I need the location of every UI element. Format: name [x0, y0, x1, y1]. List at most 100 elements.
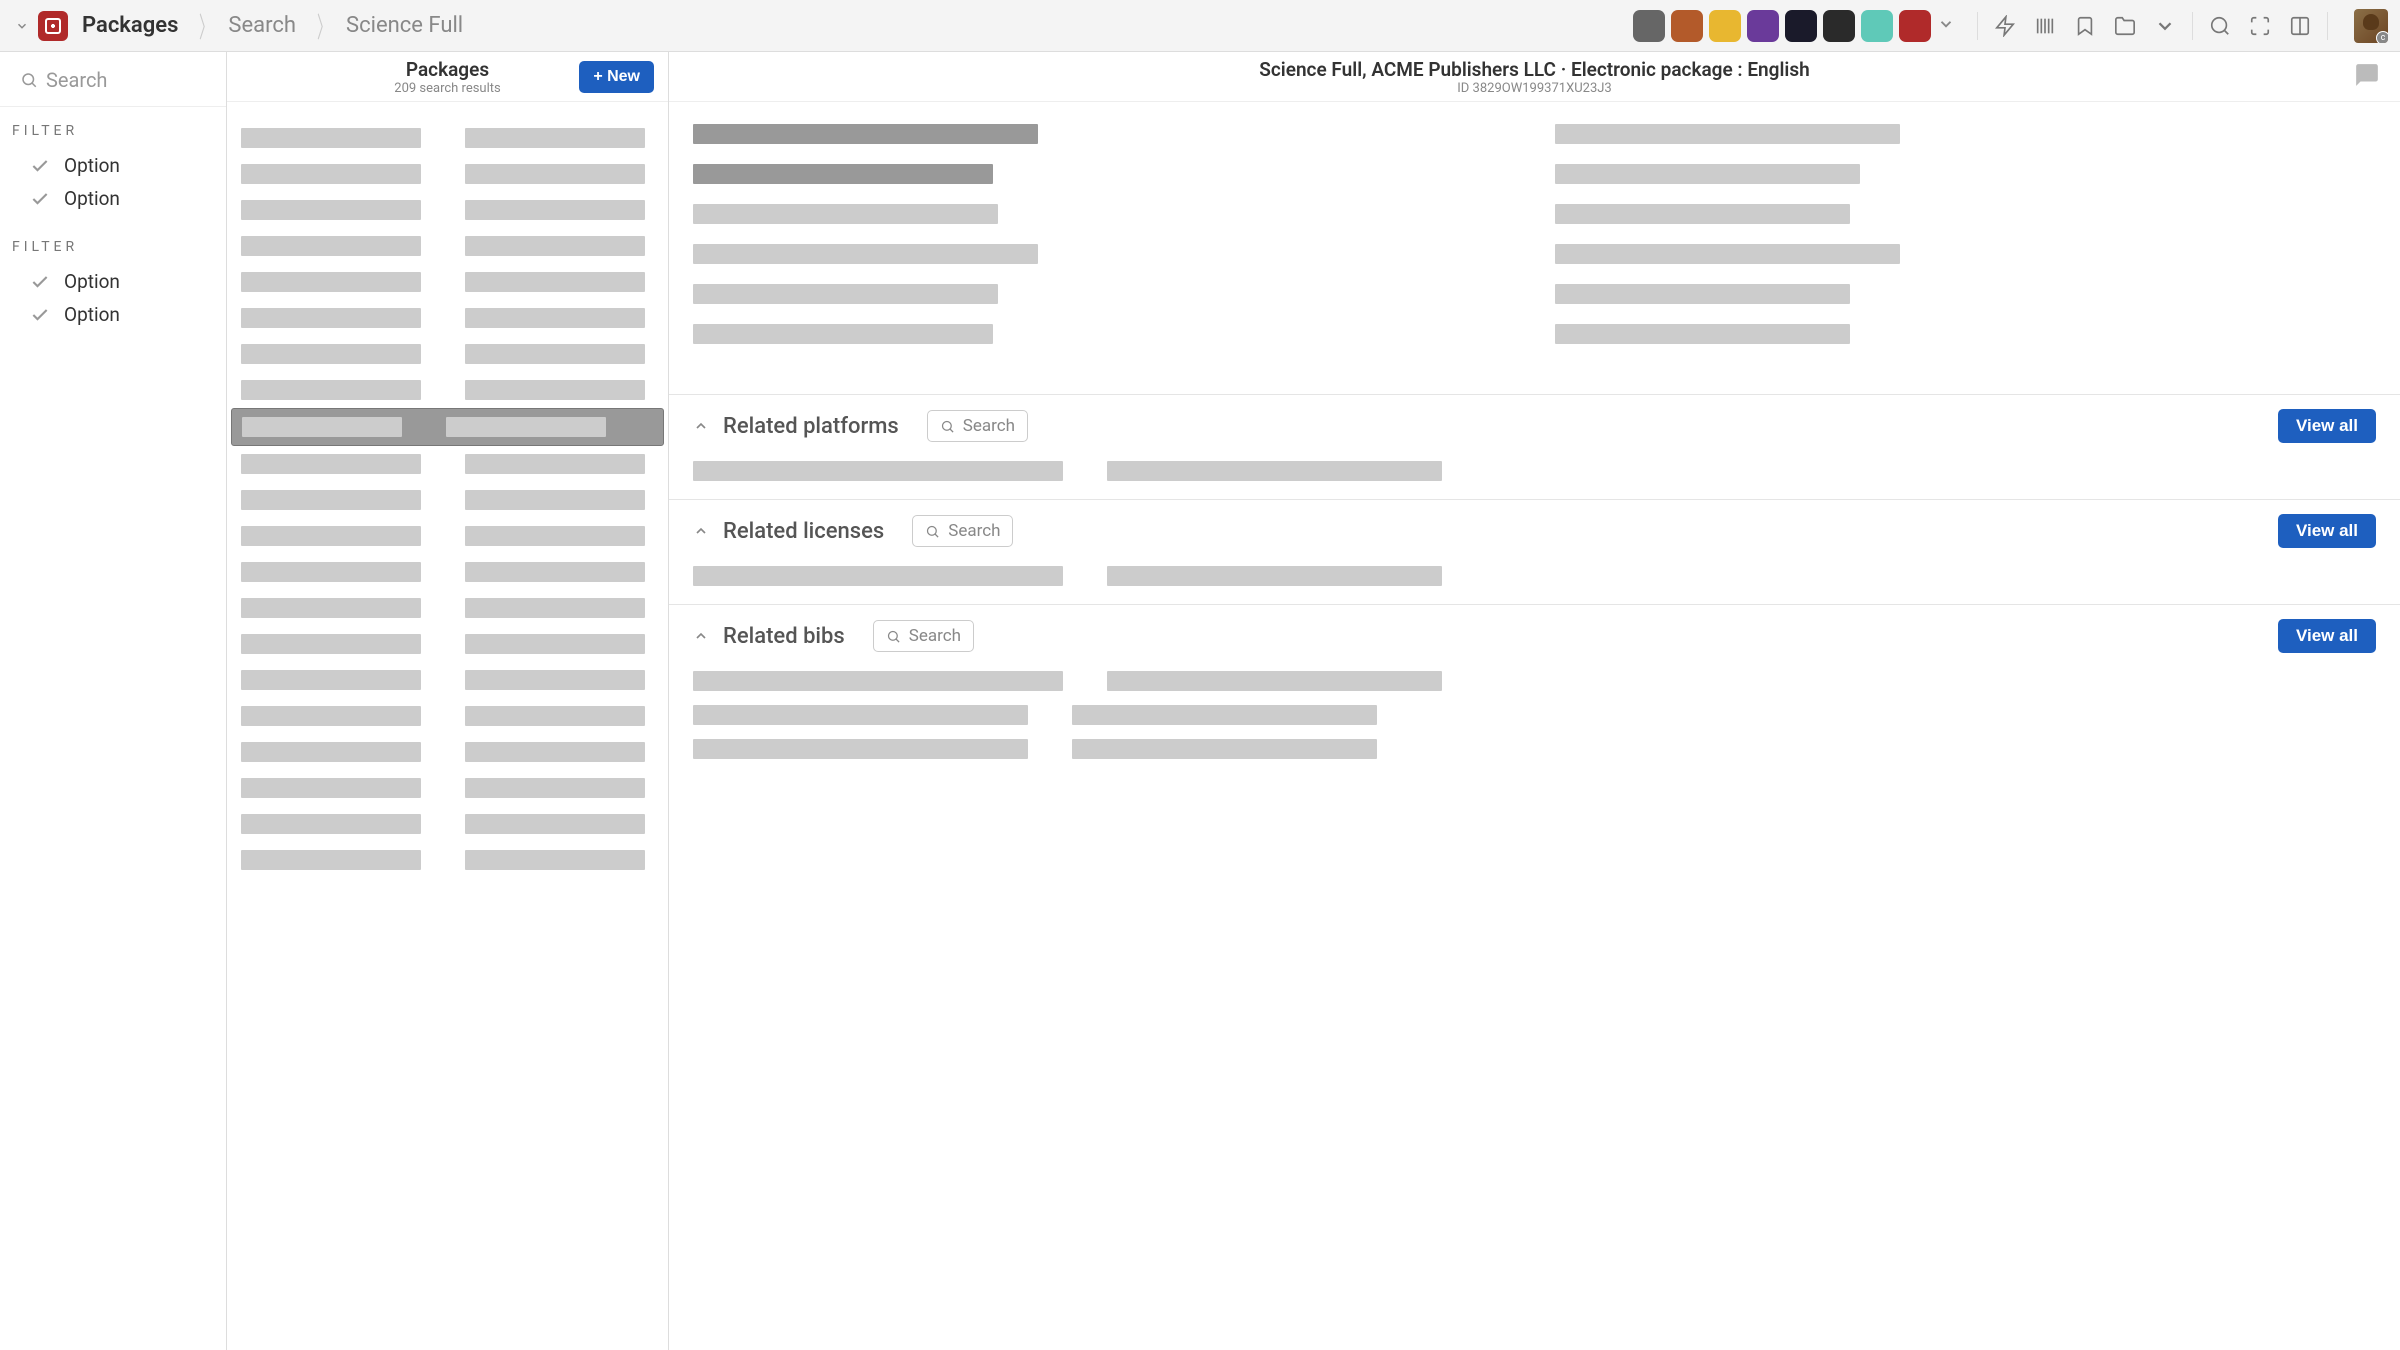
cell-placeholder [1072, 739, 1377, 759]
app-tile-8[interactable] [1899, 10, 1931, 42]
cell-placeholder [465, 454, 645, 474]
bookmark-icon[interactable] [2074, 15, 2096, 37]
divider [1977, 12, 1978, 40]
sidebar-search-input[interactable]: Search [0, 52, 226, 107]
folder-icon[interactable] [2114, 15, 2136, 37]
section-row[interactable] [693, 671, 2376, 691]
chevron-down-icon[interactable] [2154, 15, 2176, 37]
app-tile-2[interactable] [1671, 10, 1703, 42]
result-row[interactable] [239, 770, 656, 806]
result-row[interactable] [239, 446, 656, 482]
layout-icon[interactable] [2289, 15, 2311, 37]
result-row[interactable] [239, 482, 656, 518]
result-row[interactable] [239, 698, 656, 734]
result-row[interactable] [239, 156, 656, 192]
cell-placeholder [241, 742, 421, 762]
result-row[interactable] [239, 228, 656, 264]
filter-option[interactable]: Option [10, 149, 216, 182]
collapse-icon[interactable] [693, 628, 709, 644]
cell-placeholder [241, 454, 421, 474]
breadcrumb-item-current[interactable]: Science Full [338, 7, 477, 44]
top-action-icons [1994, 15, 2176, 37]
cell-placeholder [693, 671, 1063, 691]
filter-option[interactable]: Option [10, 298, 216, 331]
app-tile-1[interactable] [1633, 10, 1665, 42]
chat-icon[interactable] [2354, 62, 2380, 92]
barcode-icon[interactable] [2034, 15, 2056, 37]
collapse-icon[interactable] [693, 523, 709, 539]
section-rows [693, 461, 2376, 481]
cell-placeholder [241, 634, 421, 654]
new-button[interactable]: + New [579, 61, 654, 93]
cell-placeholder [241, 778, 421, 798]
result-row[interactable] [239, 192, 656, 228]
result-row[interactable] [239, 120, 656, 156]
result-row[interactable] [239, 590, 656, 626]
filter-option[interactable]: Option [10, 265, 216, 298]
result-row[interactable] [231, 408, 664, 446]
result-row[interactable] [239, 300, 656, 336]
result-row[interactable] [239, 662, 656, 698]
section-rows [693, 566, 2376, 586]
result-row[interactable] [239, 842, 656, 878]
breadcrumb-separator: 〉 [199, 6, 213, 46]
collapse-icon[interactable] [693, 418, 709, 434]
app-tile-7[interactable] [1861, 10, 1893, 42]
app-tile-4[interactable] [1747, 10, 1779, 42]
check-icon [30, 272, 50, 292]
section-title: Related licenses [723, 519, 884, 544]
view-all-button[interactable]: View all [2278, 409, 2376, 443]
section-row[interactable] [693, 705, 2376, 725]
section-row[interactable] [693, 461, 2376, 481]
filter-option[interactable]: Option [10, 182, 216, 215]
section-header: Related licenses Search View all [693, 514, 2376, 548]
cell-placeholder [465, 598, 645, 618]
cell-placeholder [1107, 461, 1442, 481]
section-header: Related bibsSearchView all [693, 619, 2376, 653]
detail-pane: Science Full, ACME Publishers LLC · Elec… [669, 52, 2400, 1350]
section-row[interactable] [693, 739, 2376, 759]
app-tiles-more-icon[interactable] [1937, 15, 1961, 37]
section-search-input[interactable]: Search [873, 620, 974, 652]
section-search-input[interactable]: Search [927, 410, 1028, 442]
view-all-button[interactable]: View all [2278, 619, 2376, 653]
results-list[interactable] [227, 102, 668, 1350]
result-row[interactable] [239, 626, 656, 662]
app-tile-3[interactable] [1709, 10, 1741, 42]
app-tile-5[interactable] [1785, 10, 1817, 42]
cell-placeholder [241, 562, 421, 582]
view-all-button[interactable]: View all [2278, 514, 2376, 548]
filter-group-label: FILTER [10, 239, 216, 255]
bolt-icon[interactable] [1994, 15, 2016, 37]
detail-header: Science Full, ACME Publishers LLC · Elec… [669, 52, 2400, 102]
breadcrumb-root[interactable]: Packages [74, 7, 192, 44]
result-row[interactable] [239, 336, 656, 372]
result-row[interactable] [239, 372, 656, 408]
cell-placeholder [465, 236, 645, 256]
field-placeholder [1555, 164, 1860, 184]
cell-placeholder [465, 380, 645, 400]
result-row[interactable] [239, 518, 656, 554]
result-row[interactable] [239, 554, 656, 590]
search-icon[interactable] [2209, 15, 2231, 37]
user-avatar[interactable]: c [2354, 9, 2388, 43]
app-tile-6[interactable] [1823, 10, 1855, 42]
app-icon[interactable] [38, 11, 68, 41]
cell-placeholder [241, 272, 421, 292]
detail-fields-grid [693, 124, 2376, 344]
fullscreen-icon[interactable] [2249, 15, 2271, 37]
related-section: Related bibsSearchView all [669, 604, 2400, 777]
breadcrumb-item-search[interactable]: Search [220, 7, 310, 44]
section-row[interactable] [693, 566, 2376, 586]
result-row[interactable] [239, 734, 656, 770]
section-rows [693, 671, 2376, 759]
breadcrumb-dropdown-icon[interactable] [12, 16, 32, 36]
cell-placeholder [241, 236, 421, 256]
result-row[interactable] [239, 806, 656, 842]
cell-placeholder [241, 670, 421, 690]
result-row[interactable] [239, 264, 656, 300]
results-header: Packages 209 search results + New [227, 52, 668, 102]
filter-group: FILTER OptionOption [0, 223, 226, 339]
filter-sidebar: Search FILTEROptionOptionFILTEROptionOpt… [0, 52, 227, 1350]
section-search-input[interactable]: Search [912, 515, 1013, 547]
